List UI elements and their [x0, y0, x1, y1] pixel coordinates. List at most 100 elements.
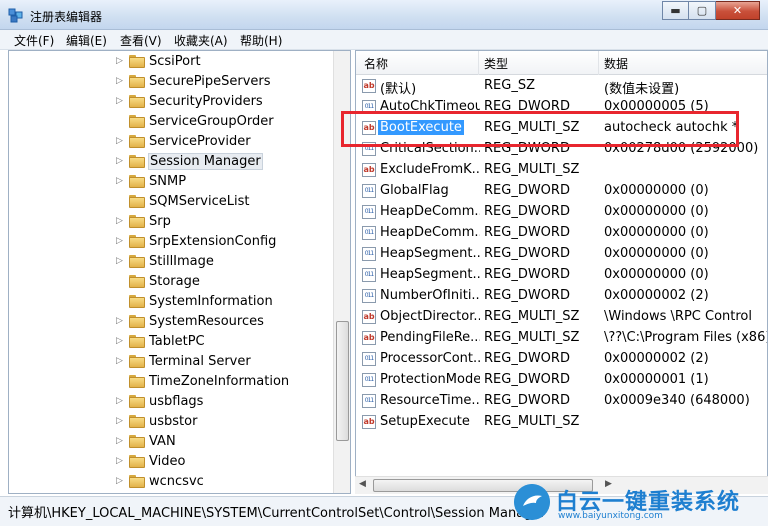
tree-item[interactable]: ▷ usbstor — [9, 412, 331, 432]
registry-tree-pane[interactable]: ▷ ScsiPort ▷ SecurePipeServers ▷ SecurityProv… — [8, 50, 351, 494]
menu-edit[interactable]: 编辑(E) — [66, 32, 107, 49]
tree-item[interactable]: ▷ TabletPC — [9, 332, 331, 352]
registry-value-row[interactable]: 011 HeapSegment... REG_DWORD 0x00000000 (0) — [356, 244, 767, 265]
menu-help[interactable]: 帮助(H) — [240, 32, 282, 49]
tree-item[interactable]: ▷ ScsiPort — [9, 52, 331, 72]
string-value-icon: ab — [362, 415, 376, 429]
tree-item[interactable]: ▷ Session Manager — [9, 152, 331, 172]
tree-item[interactable]: ▷ usbflags — [9, 392, 331, 412]
menu-file[interactable]: 文件(F) — [14, 32, 54, 49]
minimize-button[interactable]: ▬ — [662, 1, 689, 20]
tree-item[interactable]: ▷ VAN — [9, 432, 331, 452]
tree-item[interactable]: ▷ Video — [9, 452, 331, 472]
expand-arrow-icon[interactable]: ▷ — [116, 436, 123, 446]
tree-item[interactable]: ▷ SNMP — [9, 172, 331, 192]
value-type: REG_DWORD — [484, 372, 570, 387]
tree-item-label: Storage — [149, 274, 200, 289]
expand-arrow-icon[interactable]: ▷ — [116, 336, 123, 346]
registry-value-row[interactable]: ab ObjectDirector... REG_MULTI_SZ \Windows … — [356, 307, 767, 328]
expand-arrow-icon[interactable]: ▷ — [116, 176, 123, 186]
menu-bar: 文件(F) 编辑(E) 查看(V) 收藏夹(A) 帮助(H) — [0, 30, 768, 50]
string-value-icon: ab — [362, 79, 376, 93]
value-type: REG_SZ — [484, 78, 535, 93]
column-header-data[interactable]: 数据 — [604, 55, 628, 72]
folder-icon — [129, 215, 145, 228]
registry-value-row[interactable]: 011 HeapDeComm... REG_DWORD 0x00000000 (0) — [356, 223, 767, 244]
expand-arrow-icon[interactable]: ▷ — [116, 96, 123, 106]
tree-item[interactable]: SystemInformation — [9, 292, 331, 312]
registry-value-row[interactable]: ab (默认) REG_SZ (数值未设置) — [356, 76, 767, 97]
menu-favorites[interactable]: 收藏夹(A) — [174, 32, 228, 49]
registry-value-row[interactable]: 011 ProtectionMode REG_DWORD 0x00000001 (1) — [356, 370, 767, 391]
expand-arrow-icon[interactable]: ▷ — [116, 416, 123, 426]
registry-value-row[interactable]: ab ExcludeFromK... REG_MULTI_SZ — [356, 160, 767, 181]
value-name: ResourceTime... — [380, 393, 480, 408]
window-title: 注册表编辑器 — [30, 10, 103, 24]
tree-item[interactable]: ▷ SecurityProviders — [9, 92, 331, 112]
registry-editor-icon — [8, 8, 23, 23]
expand-arrow-icon[interactable]: ▷ — [116, 476, 123, 486]
tree-item-label: Video — [149, 454, 186, 469]
tree-item-label: ServiceProvider — [149, 134, 251, 149]
expand-arrow-icon[interactable]: ▷ — [116, 136, 123, 146]
tree-item[interactable]: TimeZoneInformation — [9, 372, 331, 392]
status-path: 计算机\HKEY_LOCAL_MACHINE\SYSTEM\CurrentCon… — [8, 506, 546, 521]
tree-item[interactable]: ▷ StillImage — [9, 252, 331, 272]
binary-value-icon: 011 — [362, 352, 376, 366]
scroll-left-arrow-icon[interactable]: ◀ — [359, 479, 366, 489]
expand-arrow-icon[interactable]: ▷ — [116, 156, 123, 166]
tree-item-label: TimeZoneInformation — [149, 374, 290, 389]
tree-item[interactable]: ▷ ServiceProvider — [9, 132, 331, 152]
tree-item[interactable]: ▷ Terminal Server — [9, 352, 331, 372]
list-header: 名称 类型 数据 — [356, 51, 767, 75]
expand-arrow-icon[interactable]: ▷ — [116, 456, 123, 466]
registry-value-row[interactable]: 011 ResourceTime... REG_DWORD 0x0009e340 (6… — [356, 391, 767, 412]
value-type: REG_DWORD — [484, 225, 570, 240]
tree-item-label: SecurityProviders — [149, 94, 263, 109]
value-data: (数值未设置) — [604, 82, 680, 97]
registry-value-row[interactable]: 011 ProcessorCont... REG_DWORD 0x00000002 (… — [356, 349, 767, 370]
menu-view[interactable]: 查看(V) — [120, 32, 162, 49]
value-type: REG_DWORD — [484, 267, 570, 282]
value-name: ObjectDirector... — [380, 309, 480, 324]
folder-icon — [129, 415, 145, 428]
value-name: (默认) — [380, 82, 417, 97]
value-name: NumberOfIniti... — [380, 288, 480, 303]
expand-arrow-icon[interactable]: ▷ — [116, 256, 123, 266]
value-data: \??\C:\Program Files (x86)\ — [604, 330, 768, 345]
maximize-button[interactable]: ▢ — [689, 1, 716, 20]
tree-scroll-thumb[interactable] — [336, 321, 349, 441]
expand-arrow-icon[interactable]: ▷ — [116, 56, 123, 66]
tree-item-label: SystemInformation — [149, 294, 273, 309]
registry-value-row[interactable]: 011 GlobalFlag REG_DWORD 0x00000000 (0) — [356, 181, 767, 202]
column-divider[interactable] — [478, 51, 479, 75]
column-header-type[interactable]: 类型 — [484, 55, 508, 72]
expand-arrow-icon[interactable]: ▷ — [116, 216, 123, 226]
tree-item[interactable]: ▷ wcncsvc — [9, 472, 331, 492]
registry-value-row[interactable]: ab PendingFileRe... REG_MULTI_SZ \??\C:\Pro… — [356, 328, 768, 349]
tree-item[interactable]: ServiceGroupOrder — [9, 112, 331, 132]
registry-value-row[interactable]: 011 NumberOfIniti... REG_DWORD 0x00000002 (… — [356, 286, 767, 307]
expand-arrow-icon[interactable]: ▷ — [116, 316, 123, 326]
tree-item[interactable]: ▷ SystemResources — [9, 312, 331, 332]
registry-value-row[interactable]: ab SetupExecute REG_MULTI_SZ — [356, 412, 767, 433]
value-type: REG_DWORD — [484, 351, 570, 366]
folder-icon — [129, 295, 145, 308]
expand-arrow-icon[interactable]: ▷ — [116, 236, 123, 246]
registry-value-row[interactable]: 011 HeapDeComm... REG_DWORD 0x00000000 (0) — [356, 202, 767, 223]
tree-item-label: SNMP — [149, 174, 187, 189]
value-data: 0x00000000 (0) — [604, 225, 709, 240]
tree-item[interactable]: ▷ Srp — [9, 212, 331, 232]
column-header-name[interactable]: 名称 — [364, 55, 388, 72]
expand-arrow-icon[interactable]: ▷ — [116, 356, 123, 366]
expand-arrow-icon[interactable]: ▷ — [116, 396, 123, 406]
expand-arrow-icon[interactable]: ▷ — [116, 76, 123, 86]
column-divider[interactable] — [598, 51, 599, 75]
tree-item[interactable]: ▷ SrpExtensionConfig — [9, 232, 331, 252]
tree-item[interactable]: Storage — [9, 272, 331, 292]
close-button[interactable]: ✕ — [716, 1, 760, 20]
tree-item[interactable]: SQMServiceList — [9, 192, 331, 212]
folder-icon — [129, 55, 145, 68]
tree-item[interactable]: ▷ SecurePipeServers — [9, 72, 331, 92]
registry-value-row[interactable]: 011 HeapSegment... REG_DWORD 0x00000000 (0) — [356, 265, 767, 286]
